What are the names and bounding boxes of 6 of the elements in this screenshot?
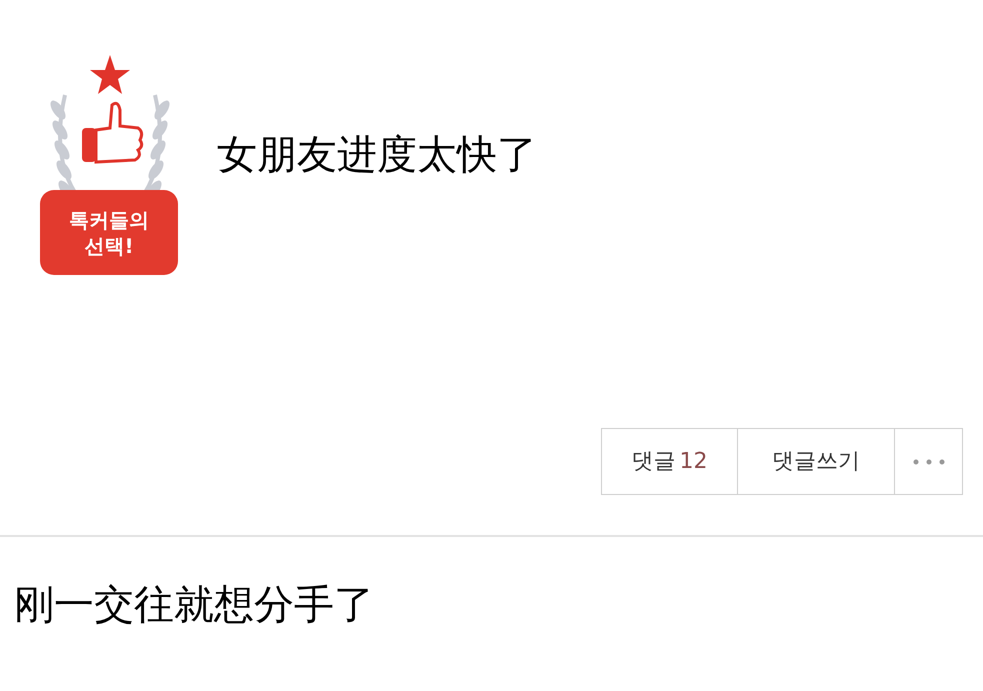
post-body: 刚一交往就想分手了 bbox=[14, 581, 375, 630]
write-comment-button[interactable]: 댓글쓰기 bbox=[738, 429, 895, 494]
badge-label: 톡커들의 선택! bbox=[40, 190, 178, 275]
post-title: 女朋友进度太快了 bbox=[217, 131, 537, 180]
comments-button[interactable]: 댓글 12 bbox=[602, 429, 738, 494]
more-icon bbox=[912, 458, 944, 464]
